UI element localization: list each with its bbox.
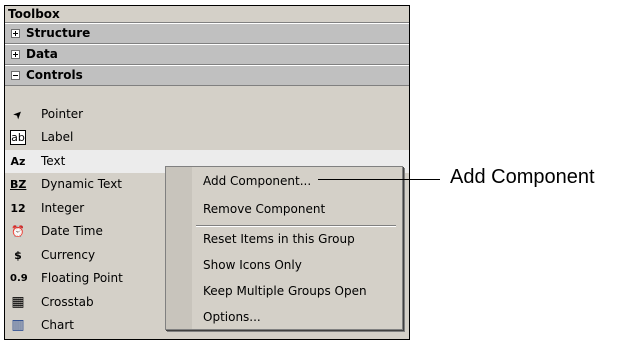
item-label: Currency	[41, 248, 96, 262]
group-structure[interactable]: Structure	[5, 23, 409, 44]
crosstab-icon: ▦	[11, 294, 25, 310]
date-time-icon: ⏰	[11, 225, 25, 238]
expand-icon[interactable]	[11, 50, 20, 59]
menu-icon-strip	[166, 167, 192, 329]
toolbox-item-label[interactable]: ab Label	[5, 126, 409, 149]
chart-icon: ▥	[11, 317, 25, 333]
item-label: Label	[41, 130, 74, 144]
item-label: Text	[41, 154, 66, 168]
dynamic-text-icon: BZ	[10, 178, 27, 191]
item-label: Floating Point	[41, 271, 123, 285]
item-label: Crosstab	[41, 295, 94, 309]
label-icon: ab	[10, 130, 26, 145]
group-label: Structure	[26, 26, 91, 40]
group-label: Controls	[26, 68, 83, 82]
group-data[interactable]: Data	[5, 44, 409, 65]
toolbox-item-pointer[interactable]: ➤ Pointer	[5, 103, 409, 126]
pointer-icon: ➤	[10, 106, 26, 123]
item-label: Dynamic Text	[41, 177, 123, 191]
menu-item-remove-component[interactable]: Remove Component	[203, 201, 325, 217]
menu-item-keep-multiple-groups-open[interactable]: Keep Multiple Groups Open	[203, 283, 367, 299]
toolbox-title: Toolbox	[5, 6, 409, 23]
menu-item-reset-items[interactable]: Reset Items in this Group	[203, 231, 355, 247]
menu-item-options[interactable]: Options...	[203, 309, 261, 325]
item-label: Integer	[41, 201, 85, 215]
currency-icon: $	[14, 249, 22, 262]
item-label: Chart	[41, 318, 74, 332]
group-label: Data	[26, 47, 58, 61]
menu-separator	[196, 225, 396, 227]
integer-icon: 12	[10, 202, 26, 215]
floating-point-icon: 0.9	[10, 273, 28, 284]
text-icon: Az	[10, 155, 26, 168]
expand-icon[interactable]	[11, 29, 20, 38]
callout-line	[318, 179, 440, 180]
context-menu: Add Component... Remove Component Reset …	[165, 166, 403, 330]
item-label: Date Time	[41, 224, 103, 238]
callout-label: Add Component	[450, 166, 595, 188]
menu-item-add-component[interactable]: Add Component...	[203, 173, 311, 189]
menu-item-show-icons-only[interactable]: Show Icons Only	[203, 257, 302, 273]
item-label: Pointer	[41, 107, 84, 121]
group-controls[interactable]: Controls	[5, 65, 409, 86]
collapse-icon[interactable]	[11, 71, 20, 80]
